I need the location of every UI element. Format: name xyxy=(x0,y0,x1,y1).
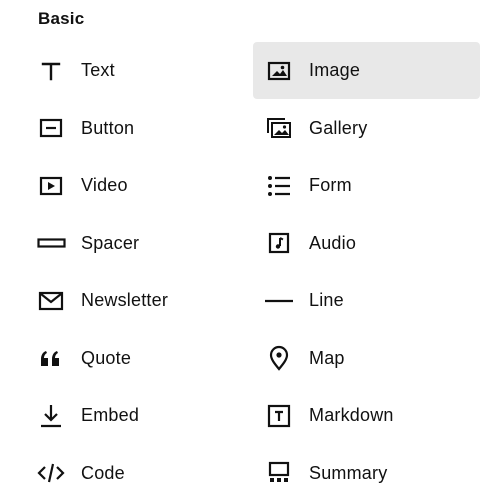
block-button[interactable]: Button xyxy=(26,100,253,157)
section-title: Basic xyxy=(38,9,85,28)
block-label: Text xyxy=(81,60,115,80)
block-label: Map xyxy=(309,347,345,368)
image-icon xyxy=(264,56,294,86)
block-label: Newsletter xyxy=(81,290,169,310)
block-label: Video xyxy=(81,175,128,195)
map-pin-icon xyxy=(264,343,294,373)
block-gallery[interactable]: Gallery xyxy=(253,100,480,157)
block-spacer[interactable]: Spacer xyxy=(26,215,253,272)
block-label: Gallery xyxy=(309,117,368,138)
block-label: Embed xyxy=(81,405,140,425)
block-label: Image xyxy=(309,60,361,80)
audio-icon xyxy=(264,228,294,258)
markdown-icon xyxy=(264,401,294,431)
block-audio[interactable]: Audio xyxy=(253,215,480,272)
button-icon xyxy=(36,113,66,143)
newsletter-icon xyxy=(36,286,66,316)
block-label: Form xyxy=(309,175,352,195)
block-label: Summary xyxy=(309,462,388,483)
block-code[interactable]: Code xyxy=(26,445,253,502)
block-label: Audio xyxy=(309,232,357,253)
block-label: Quote xyxy=(81,347,132,368)
block-label: Code xyxy=(81,462,125,483)
block-label: Line xyxy=(309,290,344,310)
block-label: Markdown xyxy=(309,405,394,425)
text-icon xyxy=(36,56,66,86)
embed-icon xyxy=(36,401,66,431)
code-icon xyxy=(36,458,66,488)
gallery-icon xyxy=(264,113,294,143)
video-icon xyxy=(36,171,66,201)
block-line[interactable]: Line xyxy=(253,272,480,329)
summary-icon xyxy=(264,458,294,488)
block-label: Button xyxy=(81,117,135,138)
spacer-icon xyxy=(36,228,66,258)
quote-icon xyxy=(36,343,66,373)
block-markdown[interactable]: Markdown xyxy=(253,387,480,444)
block-text[interactable]: Text xyxy=(26,42,253,99)
block-summary[interactable]: Summary xyxy=(253,445,480,502)
block-embed[interactable]: Embed xyxy=(26,387,253,444)
block-picker-panel: Basic Text Image Button Gallery Video Fo… xyxy=(0,0,500,501)
block-map[interactable]: Map xyxy=(253,330,480,387)
block-form[interactable]: Form xyxy=(253,157,480,214)
line-icon xyxy=(264,286,294,316)
form-icon xyxy=(264,171,294,201)
block-grid: Text Image Button Gallery Video Form Spa… xyxy=(26,42,480,502)
block-newsletter[interactable]: Newsletter xyxy=(26,272,253,329)
block-video[interactable]: Video xyxy=(26,157,253,214)
block-label: Spacer xyxy=(81,232,140,253)
block-quote[interactable]: Quote xyxy=(26,330,253,387)
block-image[interactable]: Image xyxy=(253,42,480,99)
